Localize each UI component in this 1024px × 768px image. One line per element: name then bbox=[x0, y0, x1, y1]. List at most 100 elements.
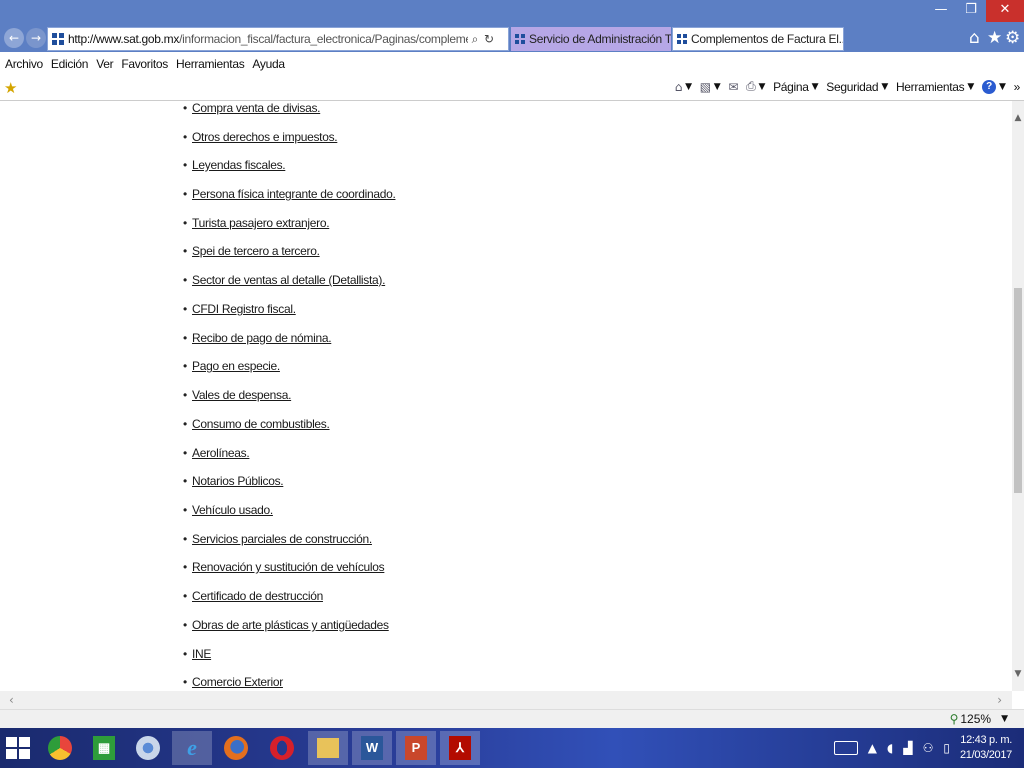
complemento-link[interactable]: Consumo de combustibles. bbox=[192, 417, 330, 431]
site-favicon-icon bbox=[515, 34, 525, 44]
scrollbar-thumb[interactable] bbox=[1014, 288, 1022, 493]
back-button[interactable]: ← bbox=[4, 28, 24, 48]
tab-complementos[interactable]: Complementos de Factura El... × bbox=[672, 27, 844, 51]
complemento-link[interactable]: Obras de arte plásticas y antigüedades bbox=[192, 618, 389, 632]
network-icon[interactable]: ⚇ bbox=[923, 741, 934, 755]
zoom-level: 125% bbox=[960, 712, 992, 726]
forward-button[interactable]: → bbox=[26, 28, 46, 48]
mail-icon: ✉ bbox=[728, 79, 739, 94]
chevron-up-icon[interactable]: ▲ bbox=[868, 741, 877, 755]
complemento-link[interactable]: Persona física integrante de coordinado. bbox=[192, 187, 396, 201]
taskbar-word[interactable]: W bbox=[352, 731, 392, 765]
complemento-link[interactable]: Renovación y sustitución de vehículos bbox=[192, 560, 385, 574]
store-icon: ▦ bbox=[93, 736, 115, 760]
zoom-control[interactable]: ⚲ 125% ▼ bbox=[950, 712, 1008, 726]
window-controls: — ❐ ✕ bbox=[926, 0, 1024, 22]
complemento-link[interactable]: Pago en especie. bbox=[192, 359, 280, 373]
scroll-left-icon[interactable]: ‹ bbox=[9, 693, 14, 707]
help-dropdown[interactable]: ? ▼ bbox=[982, 79, 1006, 94]
complemento-link[interactable]: Recibo de pago de nómina. bbox=[192, 331, 332, 345]
complemento-link[interactable]: Turista pasajero extranjero. bbox=[192, 216, 330, 230]
list-item: • Compra venta de divisas. bbox=[183, 101, 321, 115]
close-button[interactable]: ✕ bbox=[986, 0, 1024, 22]
clock[interactable]: 12:43 p. m. 21/03/2017 bbox=[960, 733, 1012, 763]
volume-icon[interactable]: ◖ bbox=[887, 741, 893, 755]
print-dropdown[interactable]: ⎙ ▼ bbox=[746, 79, 765, 94]
complemento-link[interactable]: Servicios parciales de construcción. bbox=[192, 532, 372, 546]
chevron-down-icon: ▼ bbox=[811, 81, 819, 92]
list-item: • Turista pasajero extranjero. bbox=[183, 216, 330, 230]
list-item: • Sector de ventas al detalle (Detallista… bbox=[183, 273, 386, 287]
scroll-down-icon[interactable]: ▼ bbox=[1012, 667, 1024, 681]
complemento-link[interactable]: Leyendas fiscales. bbox=[192, 158, 286, 172]
search-icon[interactable]: ⌕ bbox=[468, 32, 482, 47]
list-item: • Comercio Exterior bbox=[183, 675, 283, 689]
taskbar-firefox[interactable] bbox=[216, 731, 256, 765]
menu-bar: Archivo Edición Ver Favoritos Herramient… bbox=[0, 52, 1024, 76]
complemento-link[interactable]: INE bbox=[192, 647, 211, 661]
taskbar-chrome-alt[interactable] bbox=[128, 731, 168, 765]
complemento-link[interactable]: Otros derechos e impuestos. bbox=[192, 130, 338, 144]
url-text[interactable]: http://www.sat.gob.mx/informacion_fiscal… bbox=[68, 32, 468, 46]
refresh-icon[interactable]: ↻ bbox=[482, 32, 496, 46]
chrome-alt-icon bbox=[136, 736, 160, 760]
taskbar-store[interactable]: ▦ bbox=[84, 731, 124, 765]
status-bar: ⚲ 125% ▼ bbox=[0, 709, 1024, 728]
favorites-star-icon[interactable]: ★ bbox=[987, 28, 1002, 48]
touch-keyboard-icon[interactable] bbox=[833, 741, 858, 755]
menu-edicion[interactable]: Edición bbox=[51, 57, 89, 71]
menu-ayuda[interactable]: Ayuda bbox=[252, 57, 285, 71]
complemento-link[interactable]: Sector de ventas al detalle (Detallista)… bbox=[192, 273, 385, 287]
herramientas-menu[interactable]: Herramientas ▼ bbox=[896, 80, 974, 94]
complemento-link[interactable]: Vehículo usado. bbox=[192, 503, 273, 517]
complemento-link[interactable]: Vales de despensa. bbox=[192, 388, 291, 402]
start-button[interactable] bbox=[6, 737, 30, 759]
add-favorites-icon[interactable]: ★ bbox=[4, 79, 17, 97]
taskbar-file-explorer[interactable] bbox=[308, 731, 348, 765]
battery-icon[interactable]: ▯ bbox=[943, 741, 950, 755]
complemento-link[interactable]: Notarios Públicos. bbox=[192, 474, 284, 488]
complemento-link[interactable]: CFDI Registro fiscal. bbox=[192, 302, 296, 316]
menu-favoritos[interactable]: Favoritos bbox=[121, 57, 168, 71]
feeds-dropdown[interactable]: ▧ ▼ bbox=[700, 80, 721, 94]
chevron-down-icon: ▼ bbox=[685, 81, 692, 92]
horizontal-scrollbar[interactable]: ‹ › bbox=[0, 691, 1012, 709]
menu-ver[interactable]: Ver bbox=[96, 57, 113, 71]
complemento-link[interactable]: Comercio Exterior bbox=[192, 675, 283, 689]
taskbar-internet-explorer[interactable]: e bbox=[172, 731, 212, 765]
taskbar-opera[interactable] bbox=[262, 731, 302, 765]
taskbar-acrobat[interactable]: ⅄ bbox=[440, 731, 480, 765]
home-dropdown[interactable]: ⌂ ▼ bbox=[675, 80, 692, 94]
menu-herramientas[interactable]: Herramientas bbox=[176, 57, 245, 71]
taskbar-chrome[interactable] bbox=[40, 731, 80, 765]
complemento-link[interactable]: Compra venta de divisas. bbox=[192, 101, 321, 115]
scroll-right-icon[interactable]: › bbox=[997, 693, 1002, 707]
signal-icon[interactable]: ▟ bbox=[903, 741, 912, 755]
taskbar-powerpoint[interactable]: P bbox=[396, 731, 436, 765]
acrobat-icon: ⅄ bbox=[449, 736, 471, 760]
complemento-link[interactable]: Aerolíneas. bbox=[192, 446, 250, 460]
list-item: • CFDI Registro fiscal. bbox=[183, 302, 296, 316]
complemento-link[interactable]: Certificado de destrucción bbox=[192, 589, 323, 603]
complemento-link[interactable]: Spei de tercero a tercero. bbox=[192, 244, 320, 258]
minimize-button[interactable]: — bbox=[926, 0, 956, 22]
list-item: • Vehículo usado. bbox=[183, 503, 273, 517]
scroll-up-icon[interactable]: ▲ bbox=[1012, 111, 1024, 125]
restore-button[interactable]: ❐ bbox=[956, 0, 986, 22]
address-bar[interactable]: http://www.sat.gob.mx/informacion_fiscal… bbox=[47, 27, 509, 51]
list-item: • Pago en especie. bbox=[183, 359, 280, 373]
seguridad-menu[interactable]: Seguridad ▼ bbox=[826, 80, 888, 94]
menu-archivo[interactable]: Archivo bbox=[5, 57, 43, 71]
read-mail-button[interactable]: ✉ bbox=[728, 80, 738, 94]
pagina-menu[interactable]: Página ▼ bbox=[773, 80, 818, 94]
tab-sat[interactable]: Servicio de Administración Trib... bbox=[511, 27, 671, 51]
chevron-down-icon: ▼ bbox=[881, 81, 888, 92]
printer-icon: ⎙ bbox=[746, 79, 756, 93]
home-icon[interactable]: ⌂ bbox=[969, 28, 980, 48]
gear-icon[interactable]: ⚙ bbox=[1005, 28, 1020, 48]
internet-explorer-icon: e bbox=[187, 735, 197, 760]
more-commands-icon[interactable]: » bbox=[1014, 80, 1021, 94]
list-item: • Recibo de pago de nómina. bbox=[183, 331, 332, 345]
list-item: • Obras de arte plásticas y antigüedades bbox=[183, 618, 389, 632]
vertical-scrollbar[interactable]: ▲ ▼ bbox=[1012, 101, 1024, 691]
